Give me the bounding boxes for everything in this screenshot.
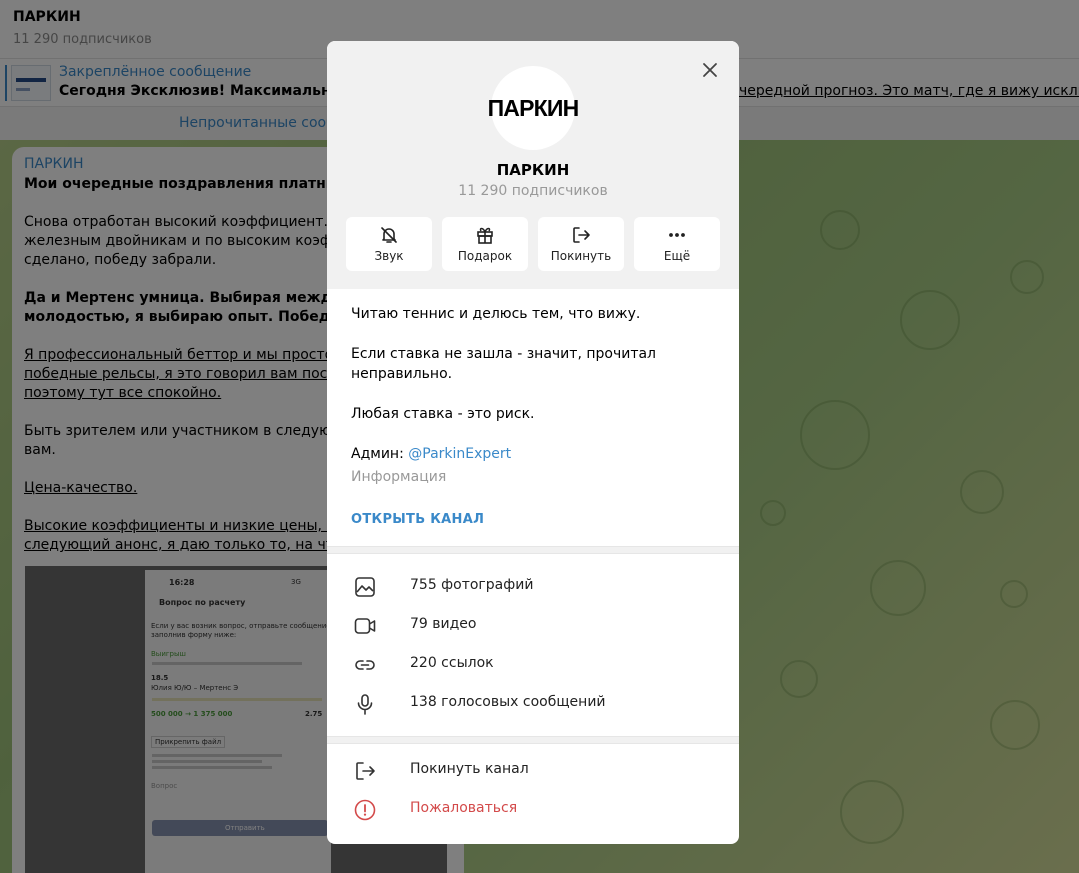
photos-count: 755 фотографий	[410, 577, 534, 593]
more-label: Ещё	[663, 249, 691, 263]
leave-icon	[573, 227, 590, 243]
voice-count: 138 голосовых сообщений	[410, 694, 606, 710]
photo-icon	[355, 577, 375, 597]
media-photos-row[interactable]: 755 фотографий	[327, 567, 739, 606]
video-icon	[354, 618, 376, 634]
leave-label: Покинуть	[550, 249, 612, 263]
channel-name: ПАРКИН	[496, 161, 570, 179]
section-divider	[327, 546, 739, 554]
channel-avatar: ПАРКИН	[488, 66, 579, 150]
microphone-icon	[357, 694, 373, 715]
link-icon	[355, 660, 375, 670]
sound-button[interactable]: Звук	[346, 217, 432, 271]
gift-button[interactable]: Подарок	[442, 217, 528, 271]
sound-label: Звук	[374, 249, 404, 263]
section-divider	[327, 736, 739, 744]
more-icon	[669, 233, 685, 237]
leave-icon	[356, 762, 375, 780]
leave-channel-label: Покинуть канал	[410, 761, 529, 777]
close-button[interactable]	[697, 57, 723, 83]
info-label: Информация	[351, 469, 447, 485]
description-line: Любая ставка - это риск.	[351, 406, 535, 422]
admin-row: Админ: @ParkinExpert	[351, 446, 511, 462]
report-label: Пожаловаться	[410, 800, 518, 816]
avatar-text: ПАРКИН	[487, 94, 580, 121]
report-icon	[354, 799, 376, 821]
media-voice-row[interactable]: 138 голосовых сообщений	[327, 684, 739, 723]
gift-label: Подарок	[457, 249, 513, 263]
leave-button[interactable]: Покинуть	[538, 217, 624, 271]
close-icon	[703, 63, 717, 77]
description-line: Читаю теннис и делюсь тем, что вижу.	[351, 306, 641, 322]
videos-count: 79 видео	[410, 616, 477, 632]
gift-icon	[477, 227, 493, 244]
admin-link[interactable]: @ParkinExpert	[408, 446, 511, 462]
links-count: 220 ссылок	[410, 655, 494, 671]
channel-info-dialog: ПАРКИН ПАРКИН 11 290 подписчиков Звук По…	[327, 41, 739, 844]
channel-subscribers: 11 290 подписчиков	[458, 183, 608, 199]
description-line: неправильно.	[351, 366, 453, 382]
report-row[interactable]: Пожаловаться	[327, 790, 739, 829]
more-button[interactable]: Ещё	[634, 217, 720, 271]
leave-channel-row[interactable]: Покинуть канал	[327, 751, 739, 790]
description-line: Если ставка не зашла - значит, прочитал	[351, 346, 656, 362]
media-links-row[interactable]: 220 ссылок	[327, 645, 739, 684]
admin-label: Админ:	[351, 446, 404, 462]
media-video-row[interactable]: 79 видео	[327, 606, 739, 645]
open-channel-button[interactable]: ОТКРЫТЬ КАНАЛ	[351, 512, 484, 527]
bell-muted-icon	[381, 227, 397, 243]
